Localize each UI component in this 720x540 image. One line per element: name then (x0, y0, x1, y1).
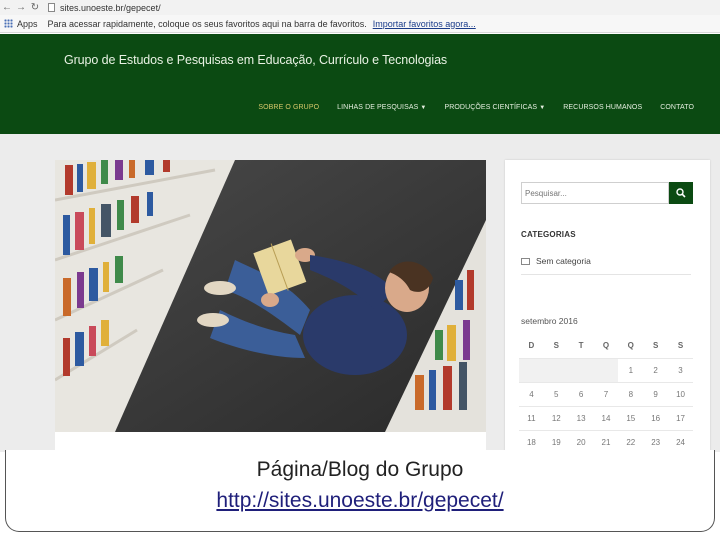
category-link[interactable]: Sem categoria (521, 256, 591, 266)
weekday-label: S (668, 334, 693, 359)
caption-title: Página/Blog do Grupo (256, 458, 464, 481)
sidebar: CATEGORIAS Sem categoria setembro 2016 D… (505, 160, 710, 455)
calendar-day[interactable]: 3 (668, 358, 693, 383)
caret-down-icon: ▼ (539, 105, 546, 111)
calendar-empty-cell (568, 358, 594, 383)
apps-button[interactable]: Apps (4, 19, 38, 29)
weekday-label: S (543, 334, 569, 359)
categories-heading: CATEGORIAS (521, 230, 576, 239)
weekday-label: Q (593, 334, 619, 359)
weekday-label: D (519, 334, 544, 359)
caption-url-link[interactable]: http://sites.unoeste.br/gepecet/ (0, 489, 720, 513)
search-button[interactable] (669, 182, 693, 204)
calendar-title: setembro 2016 (521, 316, 578, 326)
url-text: sites.unoeste.br/gepecet/ (60, 2, 161, 13)
calendar-day[interactable]: 6 (568, 382, 594, 407)
search-input[interactable] (521, 182, 669, 204)
site-title[interactable]: Grupo de Estudos e Pesquisas em Educação… (64, 53, 447, 67)
apps-label: Apps (17, 18, 38, 29)
calendar-day[interactable]: 13 (568, 406, 594, 431)
apps-grid-icon (4, 19, 13, 28)
weekday-label: T (568, 334, 594, 359)
calendar-week-row: 4 5 6 7 8 9 10 (519, 382, 693, 407)
calendar-day[interactable]: 10 (668, 382, 693, 407)
main-nav: SOBRE O GRUPO LINHAS DE PESQUISAS ▼ PRODU… (258, 104, 694, 111)
forward-icon[interactable]: → (14, 0, 28, 15)
calendar-week-row: 123 (519, 358, 693, 383)
folder-icon (521, 257, 530, 265)
import-bookmarks-link[interactable]: Importar favoritos agora... (373, 19, 476, 29)
calendar-day[interactable]: 16 (643, 406, 669, 431)
bookmarks-hint: Para acessar rapidamente, coloque os seu… (47, 18, 367, 29)
calendar-day[interactable]: 17 (668, 406, 693, 431)
calendar-empty-cell (593, 358, 619, 383)
bookmarks-bar: Apps Para acessar rapidamente, coloque o… (0, 15, 720, 33)
nav-sobre-o-grupo[interactable]: SOBRE O GRUPO (258, 104, 319, 111)
nav-producoes-cientificas[interactable]: PRODUÇÕES CIENTÍFICAS ▼ (444, 104, 545, 111)
calendar-empty-cell (519, 358, 544, 383)
reload-icon[interactable]: ↻ (28, 0, 42, 15)
caret-down-icon: ▼ (420, 105, 427, 111)
weekday-label: S (643, 334, 669, 359)
back-icon[interactable]: ← (0, 0, 14, 15)
calendar-day[interactable]: 5 (543, 382, 569, 407)
category-label: Sem categoria (536, 256, 591, 266)
calendar-day[interactable]: 8 (618, 382, 644, 407)
nav-linhas-de-pesquisas[interactable]: LINHAS DE PESQUISAS ▼ (337, 104, 426, 111)
calendar-empty-cell (543, 358, 569, 383)
nav-recursos-humanos[interactable]: RECURSOS HUMANOS (563, 104, 642, 111)
calendar-day[interactable]: 14 (593, 406, 619, 431)
search-icon (676, 188, 686, 198)
address-bar: ← → ↻ sites.unoeste.br/gepecet/ (0, 0, 720, 15)
calendar-day[interactable]: 12 (543, 406, 569, 431)
calendar-day[interactable]: 9 (643, 382, 669, 407)
reading-man-illustration (55, 160, 486, 432)
calendar-day[interactable]: 7 (593, 382, 619, 407)
calendar-day[interactable]: 4 (519, 382, 544, 407)
calendar-day[interactable]: 2 (643, 358, 669, 383)
post-content-strip (55, 432, 486, 452)
page-icon (48, 3, 55, 12)
nav-contato[interactable]: CONTATO (660, 104, 694, 111)
calendar-week-row: 11 12 13 14 15 16 17 (519, 406, 693, 431)
divider (521, 274, 691, 275)
url-field[interactable]: sites.unoeste.br/gepecet/ (48, 3, 161, 13)
weekday-label: Q (618, 334, 644, 359)
site-header: Grupo de Estudos e Pesquisas em Educação… (0, 34, 720, 134)
calendar-day[interactable]: 15 (618, 406, 644, 431)
calendar-day[interactable]: 1 (618, 358, 644, 383)
hero-image (55, 160, 486, 432)
calendar-header-row: DSTQQSS (519, 334, 693, 359)
calendar: DSTQQSS 1 2 3 4 5 6 7 8 9 10 11 12 13 14 15 16 17 18 19 20 2… (519, 334, 693, 455)
calendar-day[interactable]: 11 (519, 406, 544, 431)
